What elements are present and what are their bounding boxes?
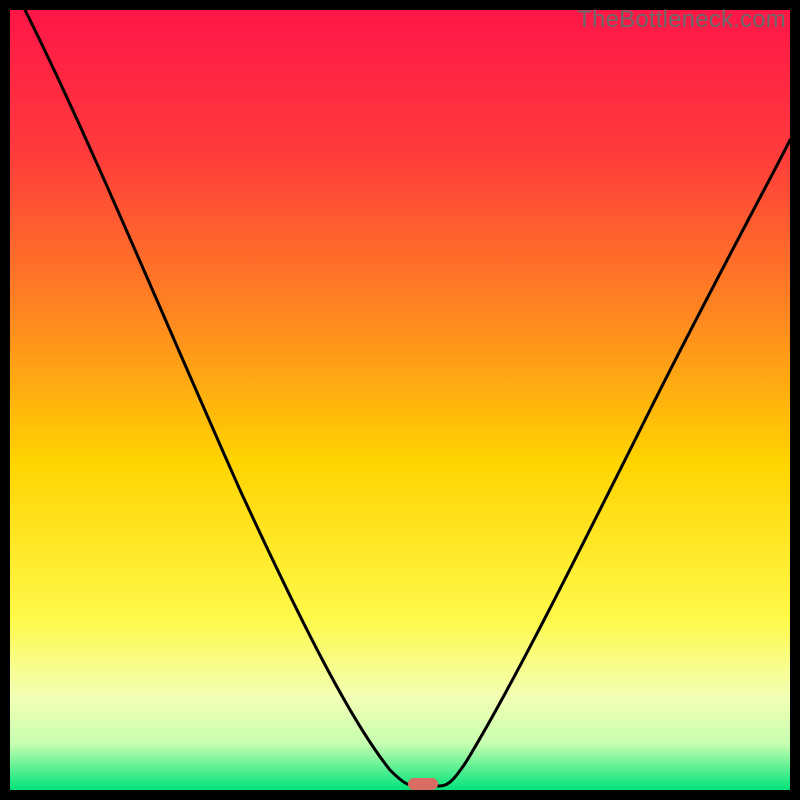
- watermark-text: TheBottleneck.com: [577, 6, 786, 34]
- gradient-background: [10, 10, 790, 790]
- chart-svg: [10, 10, 790, 790]
- plot-area: [10, 10, 790, 790]
- optimum-marker: [408, 778, 438, 790]
